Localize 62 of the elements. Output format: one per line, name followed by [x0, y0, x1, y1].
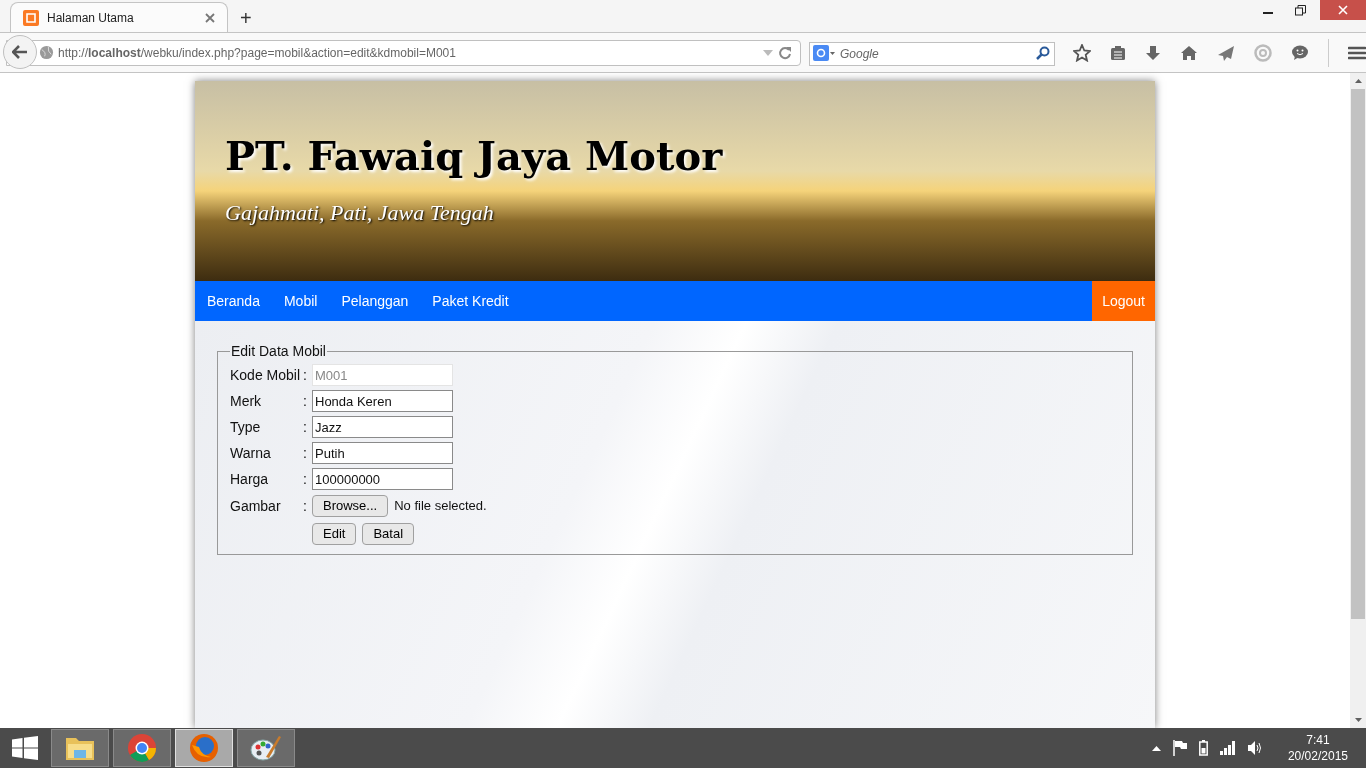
- form-button[interactable]: Batal: [362, 523, 415, 545]
- nav-link[interactable]: Paket Kredit: [420, 281, 521, 321]
- nav-link[interactable]: Pelanggan: [329, 281, 421, 321]
- close-window-button[interactable]: [1320, 0, 1366, 20]
- field-colon: :: [303, 469, 308, 489]
- clipboard-list-icon[interactable]: [1110, 44, 1126, 61]
- taskbar-app-button[interactable]: [113, 729, 171, 767]
- globe-icon: [39, 45, 54, 60]
- home-icon[interactable]: [1180, 44, 1198, 61]
- field-colon: :: [303, 391, 308, 411]
- scrollbar[interactable]: [1350, 73, 1366, 728]
- text-field[interactable]: Putih: [312, 442, 453, 464]
- clock-time[interactable]: 7:41: [1306, 732, 1330, 748]
- field-colon: :: [303, 496, 308, 516]
- back-button[interactable]: [3, 34, 37, 69]
- nav-link[interactable]: Mobil: [271, 281, 330, 321]
- new-tab-button[interactable]: +: [236, 8, 256, 28]
- fox-globe-icon: [189, 733, 219, 763]
- smiley-bubble-icon[interactable]: [1291, 44, 1309, 61]
- close-icon: [1338, 5, 1348, 15]
- field-colon: :: [303, 443, 308, 463]
- browse-button[interactable]: Browse...: [312, 495, 389, 517]
- text-field[interactable]: 100000000: [312, 468, 453, 490]
- field-label: Warna: [230, 443, 272, 463]
- taskbar-app-button[interactable]: [237, 729, 295, 767]
- file-status: No file selected.: [394, 497, 487, 516]
- windows-logo-icon[interactable]: [12, 736, 38, 760]
- site-subtitle: Gajahmati, Pati, Jawa Tengah: [225, 199, 495, 227]
- star-icon[interactable]: [1073, 43, 1091, 62]
- restore-icon[interactable]: [1295, 5, 1306, 16]
- nav-link[interactable]: Beranda: [195, 281, 272, 321]
- field-colon: :: [303, 417, 308, 437]
- search-engine-icon[interactable]: [813, 44, 835, 61]
- form-button[interactable]: Edit: [312, 523, 357, 545]
- palette-icon: [250, 733, 282, 763]
- form-legend: Edit Data Mobil: [230, 341, 327, 362]
- battery-icon[interactable]: [1198, 740, 1208, 756]
- field-label: Merk: [230, 391, 263, 411]
- signal-bars-icon[interactable]: [1219, 741, 1236, 755]
- field-label: Harga: [230, 469, 270, 489]
- field-label: Gambar: [230, 496, 282, 516]
- close-icon[interactable]: [205, 12, 215, 23]
- search-field[interactable]: Google: [809, 41, 1055, 66]
- flag-icon[interactable]: [1172, 740, 1187, 756]
- taskbar-app-button[interactable]: [51, 729, 109, 767]
- browser-ball-icon: [127, 733, 157, 763]
- search-icon[interactable]: [1036, 45, 1050, 60]
- back-arrow-icon: [12, 44, 28, 59]
- text-field[interactable]: Honda Keren: [312, 390, 453, 412]
- browser-tab[interactable]: Halaman Utama: [10, 2, 228, 32]
- paper-plane-icon[interactable]: [1217, 44, 1235, 61]
- download-icon[interactable]: [1145, 44, 1161, 61]
- up-chevron-icon[interactable]: [1151, 745, 1161, 751]
- reload-icon[interactable]: [778, 45, 792, 60]
- text-field[interactable]: Jazz: [312, 416, 453, 438]
- field-label: Type: [230, 417, 262, 437]
- clock-date[interactable]: 20/02/2015: [1287, 748, 1348, 764]
- menu-icon[interactable]: [1348, 45, 1366, 60]
- tab-title: Halaman Utama: [47, 9, 135, 27]
- field-colon: :: [303, 365, 308, 385]
- field-label: Kode Mobil: [230, 365, 302, 385]
- speaker-icon[interactable]: [1247, 741, 1264, 755]
